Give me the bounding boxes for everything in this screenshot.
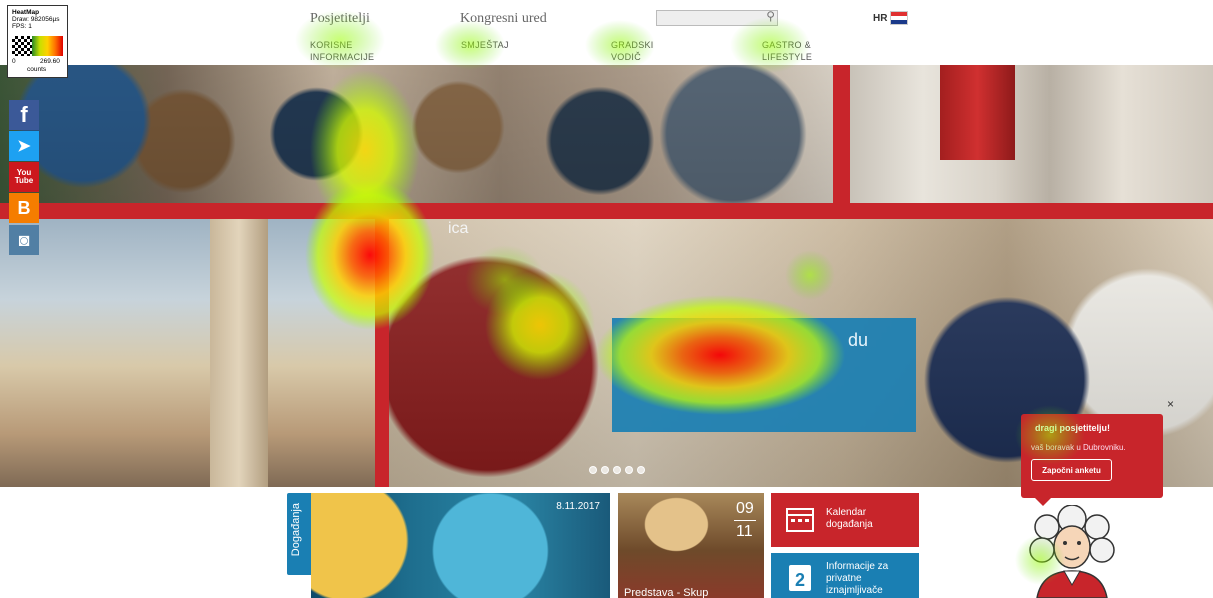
info-document-icon: 2 xyxy=(789,565,811,591)
survey-title: dragi posjetitelju! xyxy=(1035,423,1111,433)
legend-max: 269.60 xyxy=(40,58,60,65)
search-input[interactable]: ⚲ xyxy=(656,9,778,26)
legend-title: HeatMap xyxy=(12,9,40,16)
red-frame-horizontal xyxy=(0,203,1213,219)
instagram-icon[interactable]: ◙ xyxy=(9,225,39,255)
red-frame-bottom-divider xyxy=(375,219,389,487)
survey-popup: dragi posjetitelju! vaš boravak u Dubrov… xyxy=(1021,414,1163,506)
legend-draw: Draw: 982056µs xyxy=(12,16,60,23)
hero-photo-crowd[interactable] xyxy=(0,65,833,203)
events-tab[interactable]: Događanja xyxy=(287,493,311,575)
youtube-icon[interactable]: You Tube xyxy=(9,162,39,192)
event-date: 8.11.2017 xyxy=(556,501,600,512)
red-frame-top-divider xyxy=(833,65,850,203)
slider-caption-top: ica xyxy=(448,220,469,237)
nav-useful-info[interactable]: KORISNE INFORMACIJE xyxy=(310,39,374,63)
calendar-tile[interactable]: Kalendar događanja xyxy=(771,493,919,547)
info-tile[interactable]: 2 Informacije za privatne iznajmljivače xyxy=(771,553,919,598)
slider-pagination xyxy=(589,466,645,474)
nav-city-guide[interactable]: GRADSKI VODIČ xyxy=(611,39,661,63)
calendar-icon xyxy=(786,508,814,532)
legend-min: 0 xyxy=(12,58,16,65)
nav-convention-bureau[interactable]: Kongresni ured xyxy=(460,11,547,27)
language-label[interactable]: HR xyxy=(873,13,887,24)
slider-dot[interactable] xyxy=(613,466,621,474)
close-icon[interactable]: × xyxy=(1167,397,1174,411)
date-divider xyxy=(734,520,756,521)
nav-gastro-lifestyle[interactable]: GASTRO & LIFESTYLE xyxy=(762,39,822,63)
nav-visitors[interactable]: Posjetitelji xyxy=(310,11,370,27)
legend-unit: counts xyxy=(27,66,47,73)
legend-gradient xyxy=(32,36,63,56)
slider-caption: du xyxy=(848,330,869,350)
slider-caption-box[interactable] xyxy=(612,318,916,432)
theatre-day: 09 xyxy=(736,500,754,517)
search-icon[interactable]: ⚲ xyxy=(766,9,775,23)
heatmap-legend: HeatMap Draw: 982056µs FPS: 1 0 269.60 c… xyxy=(7,5,68,78)
bell-tower-detail xyxy=(210,219,268,487)
hero-photo-tower[interactable] xyxy=(0,219,375,487)
nav-accommodation[interactable]: SMJEŠTAJ xyxy=(461,39,581,51)
theatre-month: 11 xyxy=(736,523,753,540)
survey-text: vaš boravak u Dubrovniku. xyxy=(1031,443,1126,452)
slider-dot[interactable] xyxy=(589,466,597,474)
event-tile-waterpolo[interactable]: 8.11.2017 xyxy=(311,493,610,598)
events-tab-label: Događanja xyxy=(290,503,302,557)
twitter-icon[interactable]: ➤ xyxy=(9,131,39,161)
calendar-label: Kalendar događanja xyxy=(826,507,873,530)
info-label: Informacije za privatne iznajmljivače xyxy=(826,561,889,596)
page: Posjetitelji Kongresni ured KORISNE INFO… xyxy=(0,0,1213,598)
slider-dot[interactable] xyxy=(625,466,633,474)
slider-dot[interactable] xyxy=(637,466,645,474)
facebook-icon[interactable]: f xyxy=(9,100,39,130)
blogger-icon[interactable]: B xyxy=(9,193,39,223)
slider-dot[interactable] xyxy=(601,466,609,474)
croatian-flag-icon[interactable] xyxy=(890,11,908,25)
legend-fps: FPS: 1 xyxy=(12,23,32,30)
site-header: Posjetitelji Kongresni ured KORISNE INFO… xyxy=(0,0,1213,65)
theatre-caption: Predstava - Skup xyxy=(624,587,709,598)
legend-checker-swatch xyxy=(12,36,32,56)
hero-photo-building[interactable] xyxy=(850,65,1213,203)
svg-text:2: 2 xyxy=(795,570,805,590)
red-drape-detail xyxy=(940,65,1015,160)
mascot-illustration[interactable] xyxy=(1027,505,1117,598)
start-survey-button[interactable]: Započni anketu xyxy=(1031,459,1112,481)
